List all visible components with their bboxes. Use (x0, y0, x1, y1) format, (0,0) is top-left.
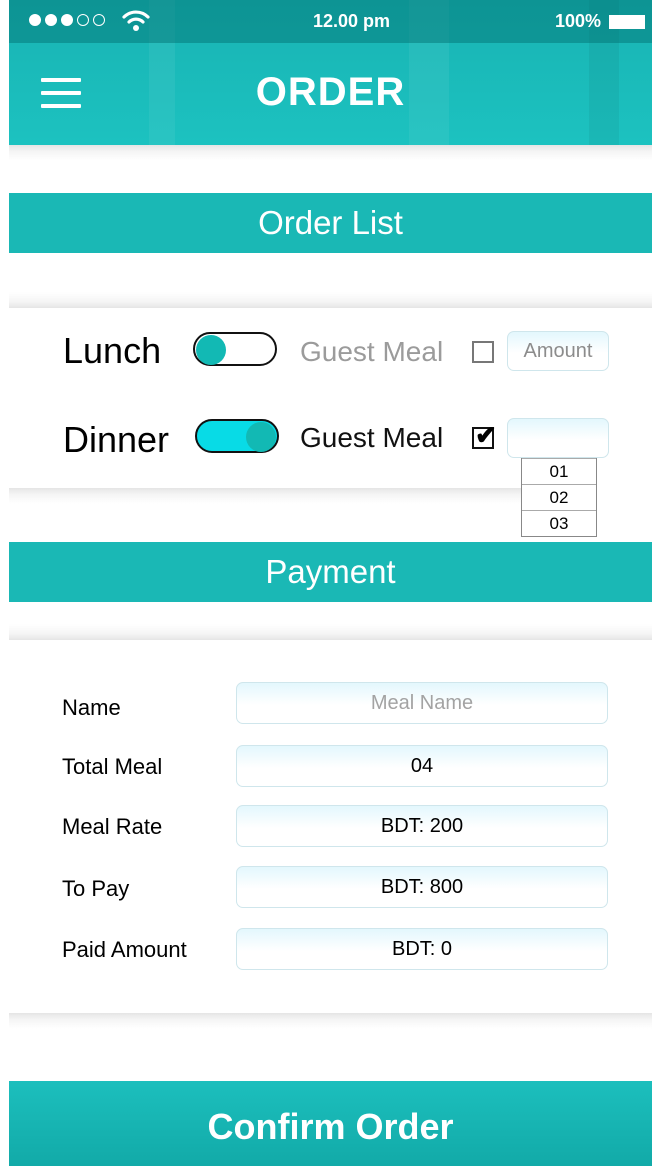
dropdown-option[interactable]: 01 (522, 458, 596, 484)
toggle-knob (246, 422, 276, 452)
guest-amount-dropdown: 01 02 03 (521, 458, 597, 537)
signal-dot-filled (61, 14, 73, 26)
confirm-order-button[interactable]: Confirm Order (9, 1081, 652, 1166)
dinner-label: Dinner (63, 419, 170, 460)
wifi-icon (122, 10, 150, 31)
total-meal-field[interactable] (236, 745, 608, 787)
battery-icon (609, 15, 645, 29)
paid-amount-field[interactable] (236, 928, 608, 970)
dinner-guest-meal-label: Guest Meal (300, 422, 444, 453)
signal-dot-empty (93, 14, 105, 26)
to-pay-label: To Pay (62, 876, 130, 901)
lunch-guest-meal-label: Guest Meal (300, 336, 444, 367)
section-divider (9, 1013, 652, 1029)
section-divider (9, 292, 652, 308)
dropdown-option[interactable]: 03 (522, 510, 596, 536)
status-bar: 12.00 pm 100% (9, 0, 652, 43)
section-divider (9, 488, 521, 504)
signal-dot-filled (29, 14, 41, 26)
section-divider (9, 624, 652, 640)
paid-amount-label: Paid Amount (62, 937, 187, 962)
dinner-guest-amount-input[interactable] (507, 418, 609, 458)
meal-rate-field[interactable] (236, 805, 608, 847)
page-title: ORDER (255, 70, 406, 114)
toggle-knob (196, 335, 226, 365)
total-meal-label: Total Meal (62, 754, 163, 779)
payment-heading: Payment (9, 542, 652, 602)
lunch-guest-amount-input[interactable] (507, 331, 609, 371)
dropdown-option[interactable]: 02 (522, 484, 596, 510)
status-time: 12.00 pm (313, 11, 391, 31)
battery-percentage: 100% (555, 11, 602, 31)
order-list-heading: Order List (9, 193, 652, 253)
section-divider (9, 145, 652, 161)
lunch-guest-meal-checkbox[interactable] (472, 341, 494, 363)
dinner-toggle[interactable] (195, 419, 279, 453)
meal-name-input[interactable] (236, 682, 608, 724)
dinner-guest-meal-checkbox[interactable]: ✔ (472, 422, 497, 449)
signal-strength-icon (29, 14, 105, 26)
app-header: 12.00 pm 100% ORDER (9, 0, 652, 145)
meal-rate-label: Meal Rate (62, 814, 163, 839)
to-pay-field[interactable] (236, 866, 608, 908)
lunch-toggle[interactable] (193, 332, 277, 366)
signal-dot-filled (45, 14, 57, 26)
checkmark-icon: ✔ (475, 420, 497, 450)
lunch-label: Lunch (63, 330, 162, 371)
name-label: Name (62, 695, 121, 720)
signal-dot-empty (77, 14, 89, 26)
